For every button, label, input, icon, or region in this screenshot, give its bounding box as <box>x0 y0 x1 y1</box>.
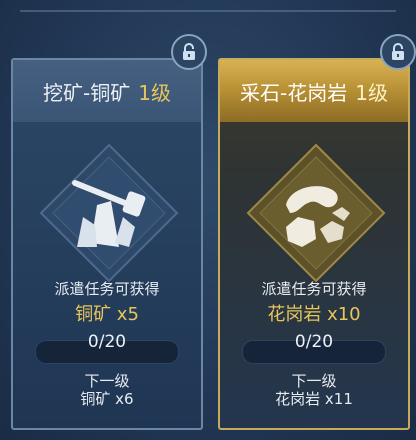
card-level: 1级 <box>138 80 171 105</box>
card-header: 采石-花岗岩 1级 <box>220 60 408 122</box>
progress-text: 0/20 <box>294 332 334 352</box>
dispatch-label: 派遣任务可获得 <box>261 280 367 298</box>
task-card-copper-mining[interactable]: 挖矿-铜矿 1级 派遣任务可获得 铜矿 x5 0/20 下一级 铜矿 x6 <box>11 34 207 430</box>
card-level: 1级 <box>355 80 388 105</box>
card-title: 挖矿-铜矿 1级 <box>43 77 171 106</box>
reward-text: 花岗岩 x10 <box>267 304 361 325</box>
card-title-text: 挖矿-铜矿 <box>43 80 131 105</box>
next-level-reward: 铜矿 x6 <box>80 390 134 408</box>
task-card-granite-quarrying[interactable]: 采石-花岗岩 1级 派遣任务可获得 花岗岩 x10 0/20 下一级 花岗岩 x1… <box>218 34 416 430</box>
card-title: 采石-花岗岩 1级 <box>240 77 388 106</box>
dispatch-label: 派遣任务可获得 <box>54 280 160 298</box>
card-title-text: 采石-花岗岩 <box>240 80 348 105</box>
pickaxe-crystal-icon <box>39 143 179 283</box>
progress-text: 0/20 <box>87 332 127 352</box>
stone-hand-icon <box>246 143 386 283</box>
next-level-reward: 花岗岩 x11 <box>275 390 353 408</box>
reward-text: 铜矿 x5 <box>75 304 139 325</box>
top-divider <box>20 10 396 12</box>
unlock-icon[interactable] <box>380 34 416 70</box>
unlock-icon[interactable] <box>171 34 207 70</box>
card-header: 挖矿-铜矿 1级 <box>13 60 201 122</box>
